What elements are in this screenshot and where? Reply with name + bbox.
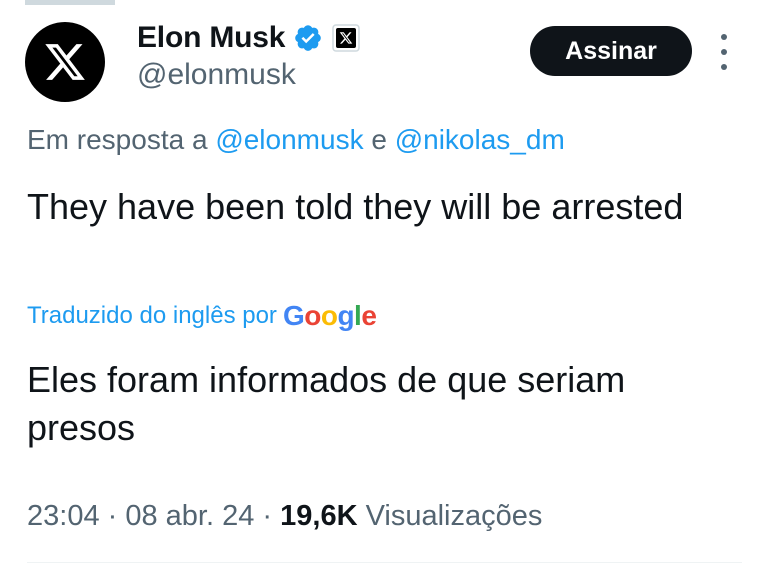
mention-link-elonmusk[interactable]: @elonmusk	[215, 124, 363, 155]
tweet-time[interactable]: 23:04	[27, 500, 100, 532]
author-handle[interactable]: @elonmusk	[137, 58, 296, 92]
more-options-icon[interactable]	[712, 34, 736, 70]
translation-label: Traduzido do inglês por	[27, 302, 277, 329]
author-name-row: Elon Musk	[137, 18, 361, 58]
divider	[27, 562, 742, 563]
meta-separator: ·	[99, 500, 126, 532]
reply-context: Em resposta a @elonmusk e @nikolas_dm	[27, 124, 565, 156]
tweet-date[interactable]: 08 abr. 24	[125, 500, 254, 532]
google-logo-letter: e	[361, 300, 377, 331]
x-logo-icon	[45, 44, 85, 80]
google-logo-letter: o	[304, 300, 321, 331]
verified-badge-icon[interactable]	[293, 23, 323, 53]
google-logo-letter: g	[337, 300, 355, 331]
views-label: Visualizações	[357, 500, 543, 532]
x-affiliate-badge-icon[interactable]	[331, 23, 361, 53]
translation-attribution[interactable]: Traduzido do inglês por Google	[27, 298, 377, 334]
google-logo: Google	[282, 300, 377, 332]
translated-tweet-text: Eles foram informados de que seriam pres…	[27, 359, 626, 448]
previous-tweet-thread-line	[25, 0, 115, 5]
avatar[interactable]	[25, 22, 105, 102]
reply-conjunction: e	[363, 124, 395, 155]
google-logo-letter: o	[320, 300, 338, 331]
reply-prefix: Em resposta a	[27, 124, 216, 155]
google-logo-letter: G	[282, 300, 305, 331]
mention-link-nikolas-dm[interactable]: @nikolas_dm	[395, 124, 565, 155]
tweet-text: They have been told they will be arreste…	[27, 186, 684, 227]
meta-separator: ·	[254, 500, 281, 532]
author-display-name[interactable]: Elon Musk	[137, 21, 285, 55]
views-count[interactable]: 19,6K	[280, 500, 357, 532]
tweet-metadata: 23:04 · 08 abr. 24 · 19,6K Visualizações	[27, 500, 542, 533]
subscribe-button[interactable]: Assinar	[530, 26, 692, 76]
